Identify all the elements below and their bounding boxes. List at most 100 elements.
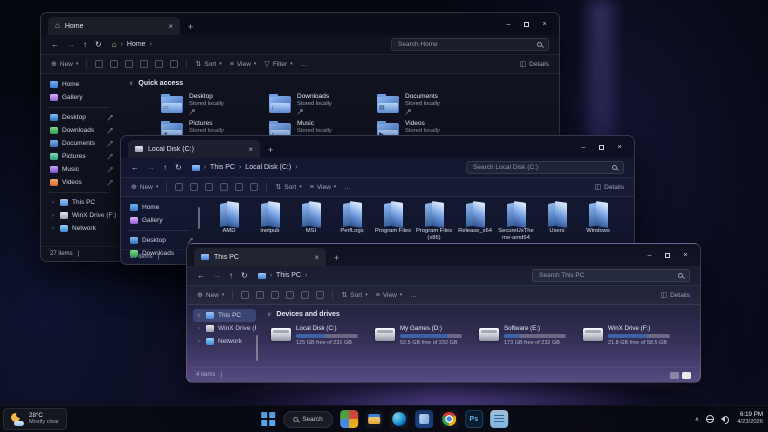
sort-button[interactable]: ⇅ Sort ▾: [341, 292, 367, 299]
new-button[interactable]: ⊕ New ▾: [131, 184, 158, 191]
sidebar-item-pictures[interactable]: Pictures: [47, 150, 118, 163]
drive-tile-d[interactable]: My Games (D:)52.5 GB free of 232 GB: [375, 325, 476, 346]
search-input[interactable]: [398, 41, 533, 48]
sidebar-scrollbar[interactable]: [256, 335, 258, 361]
copy-icon[interactable]: [256, 291, 264, 299]
search-input[interactable]: [539, 272, 674, 279]
minimize-button[interactable]: –: [501, 18, 516, 31]
delete-icon[interactable]: [250, 183, 258, 191]
folder-item[interactable]: AMD: [209, 202, 249, 241]
rename-icon[interactable]: [286, 291, 294, 299]
paste-icon[interactable]: [205, 183, 213, 191]
folder-item[interactable]: PerfLogs: [332, 202, 372, 241]
grid-app-icon[interactable]: [340, 410, 358, 428]
sidebar-scrollbar[interactable]: [198, 207, 200, 229]
view-button[interactable]: ≡ View ▾: [310, 184, 337, 191]
delete-icon[interactable]: [170, 60, 178, 68]
share-icon[interactable]: [155, 60, 163, 68]
drive-tile-c[interactable]: Local Disk (C:)125 GB free of 231 GB: [271, 325, 372, 346]
cut-icon[interactable]: [175, 183, 183, 191]
more-options-button[interactable]: …: [344, 184, 351, 191]
close-button[interactable]: ×: [678, 249, 693, 262]
sidebar-item-gallery[interactable]: Gallery: [127, 214, 198, 227]
copy-icon[interactable]: [190, 183, 198, 191]
chevron-right-icon[interactable]: ›: [50, 200, 56, 206]
sidebar-item-winx-drive[interactable]: ›WinX Drive (F:): [47, 209, 118, 222]
drive-tile-f[interactable]: WinX Drive (F:)21.8 GB free of 58.5 GB: [583, 325, 684, 346]
sidebar-item-documents[interactable]: Documents: [47, 137, 118, 150]
close-button[interactable]: ×: [612, 141, 627, 154]
icon-view-button[interactable]: [682, 372, 691, 379]
details-pane-button[interactable]: ◫ Details: [595, 184, 625, 191]
edge-icon-wrap[interactable]: [390, 410, 408, 428]
copy-icon[interactable]: [110, 60, 118, 68]
collapse-chevron-icon[interactable]: ∨: [267, 311, 271, 318]
sidebar-item-this-pc[interactable]: ›This PC: [47, 196, 118, 209]
rename-icon[interactable]: [140, 60, 148, 68]
sidebar-item-music[interactable]: Music: [47, 163, 118, 176]
sidebar-item-network[interactable]: ›Network: [193, 335, 256, 348]
view-button[interactable]: ≡ View ▾: [230, 61, 257, 68]
sidebar-item-home[interactable]: Home: [127, 201, 198, 214]
photoshop-icon[interactable]: Ps: [465, 410, 483, 428]
taskbar-search[interactable]: Search: [283, 411, 333, 428]
drive-tile-e[interactable]: Software (E:)173 GB free of 232 GB: [479, 325, 580, 346]
breadcrumb-item[interactable]: This PC: [276, 272, 301, 279]
chevron-right-icon[interactable]: ›: [50, 226, 56, 232]
folder-item[interactable]: Windows: [578, 202, 618, 241]
maximize-button[interactable]: [594, 141, 609, 154]
folder-item[interactable]: Release_x64: [455, 202, 495, 241]
collapse-chevron-icon[interactable]: ∨: [129, 80, 133, 87]
more-options-button[interactable]: …: [410, 292, 417, 299]
tab-close-icon[interactable]: ×: [168, 22, 173, 31]
start-button[interactable]: [260, 411, 276, 427]
search-input[interactable]: [473, 164, 608, 171]
sort-button[interactable]: ⇅ Sort ▾: [195, 61, 221, 68]
sidebar-item-gallery[interactable]: Gallery: [47, 91, 118, 104]
sidebar-item-downloads[interactable]: Downloads: [47, 124, 118, 137]
forward-button[interactable]: →: [67, 41, 75, 49]
maximize-button[interactable]: [660, 249, 675, 262]
refresh-button[interactable]: ↻: [241, 272, 248, 280]
up-button[interactable]: ↑: [163, 164, 167, 172]
tab-close-icon[interactable]: ×: [248, 145, 253, 154]
new-button[interactable]: ⊕ New ▾: [51, 61, 78, 68]
chevron-right-icon[interactable]: ›: [50, 213, 56, 219]
folder-item[interactable]: Program Files (x86): [414, 202, 454, 241]
delete-icon[interactable]: [316, 291, 324, 299]
sidebar-item-videos[interactable]: Videos: [47, 176, 118, 189]
folder-item[interactable]: Program Files: [373, 202, 413, 241]
new-tab-button[interactable]: +: [268, 145, 273, 155]
search-box[interactable]: [532, 269, 690, 282]
breadcrumb-item[interactable]: Home: [127, 41, 146, 48]
more-options-button[interactable]: …: [301, 61, 308, 68]
up-button[interactable]: ↑: [83, 41, 87, 49]
chevron-icon[interactable]: ∨: [196, 312, 202, 319]
back-button[interactable]: ←: [197, 272, 205, 280]
new-tab-button[interactable]: +: [188, 22, 193, 32]
forward-button[interactable]: →: [147, 164, 155, 172]
maximize-button[interactable]: [519, 18, 534, 31]
back-button[interactable]: ←: [51, 41, 59, 49]
view-button[interactable]: ≡ View ▾: [376, 292, 403, 299]
share-icon[interactable]: [301, 291, 309, 299]
tab-this-pc[interactable]: This PC ×: [194, 248, 326, 266]
sidebar-item-this-pc[interactable]: ∨This PC: [193, 309, 256, 322]
paste-icon[interactable]: [125, 60, 133, 68]
section-header-devices-drives[interactable]: ∨ Devices and drives: [267, 308, 692, 321]
folder-item[interactable]: Users: [537, 202, 577, 241]
sidebar-item-network[interactable]: ›Network: [47, 222, 118, 235]
paste-icon[interactable]: [271, 291, 279, 299]
tray-overflow-chevron-icon[interactable]: ∧: [695, 416, 699, 423]
folder-item[interactable]: SecureUxTheme-amd64: [496, 202, 536, 241]
new-tab-button[interactable]: +: [334, 253, 339, 263]
close-button[interactable]: ×: [537, 18, 552, 31]
notepad-icon[interactable]: [490, 410, 508, 428]
tab-home[interactable]: ⌂ Home ×: [48, 17, 180, 35]
search-box[interactable]: [391, 38, 549, 51]
taskbar-clock[interactable]: 6:19 PM 4/23/2026: [737, 411, 763, 427]
weather-widget[interactable]: 28°C Mostly clear: [3, 408, 67, 430]
back-button[interactable]: ←: [131, 164, 139, 172]
volume-icon[interactable]: [721, 415, 730, 423]
refresh-button[interactable]: ↻: [175, 164, 182, 172]
